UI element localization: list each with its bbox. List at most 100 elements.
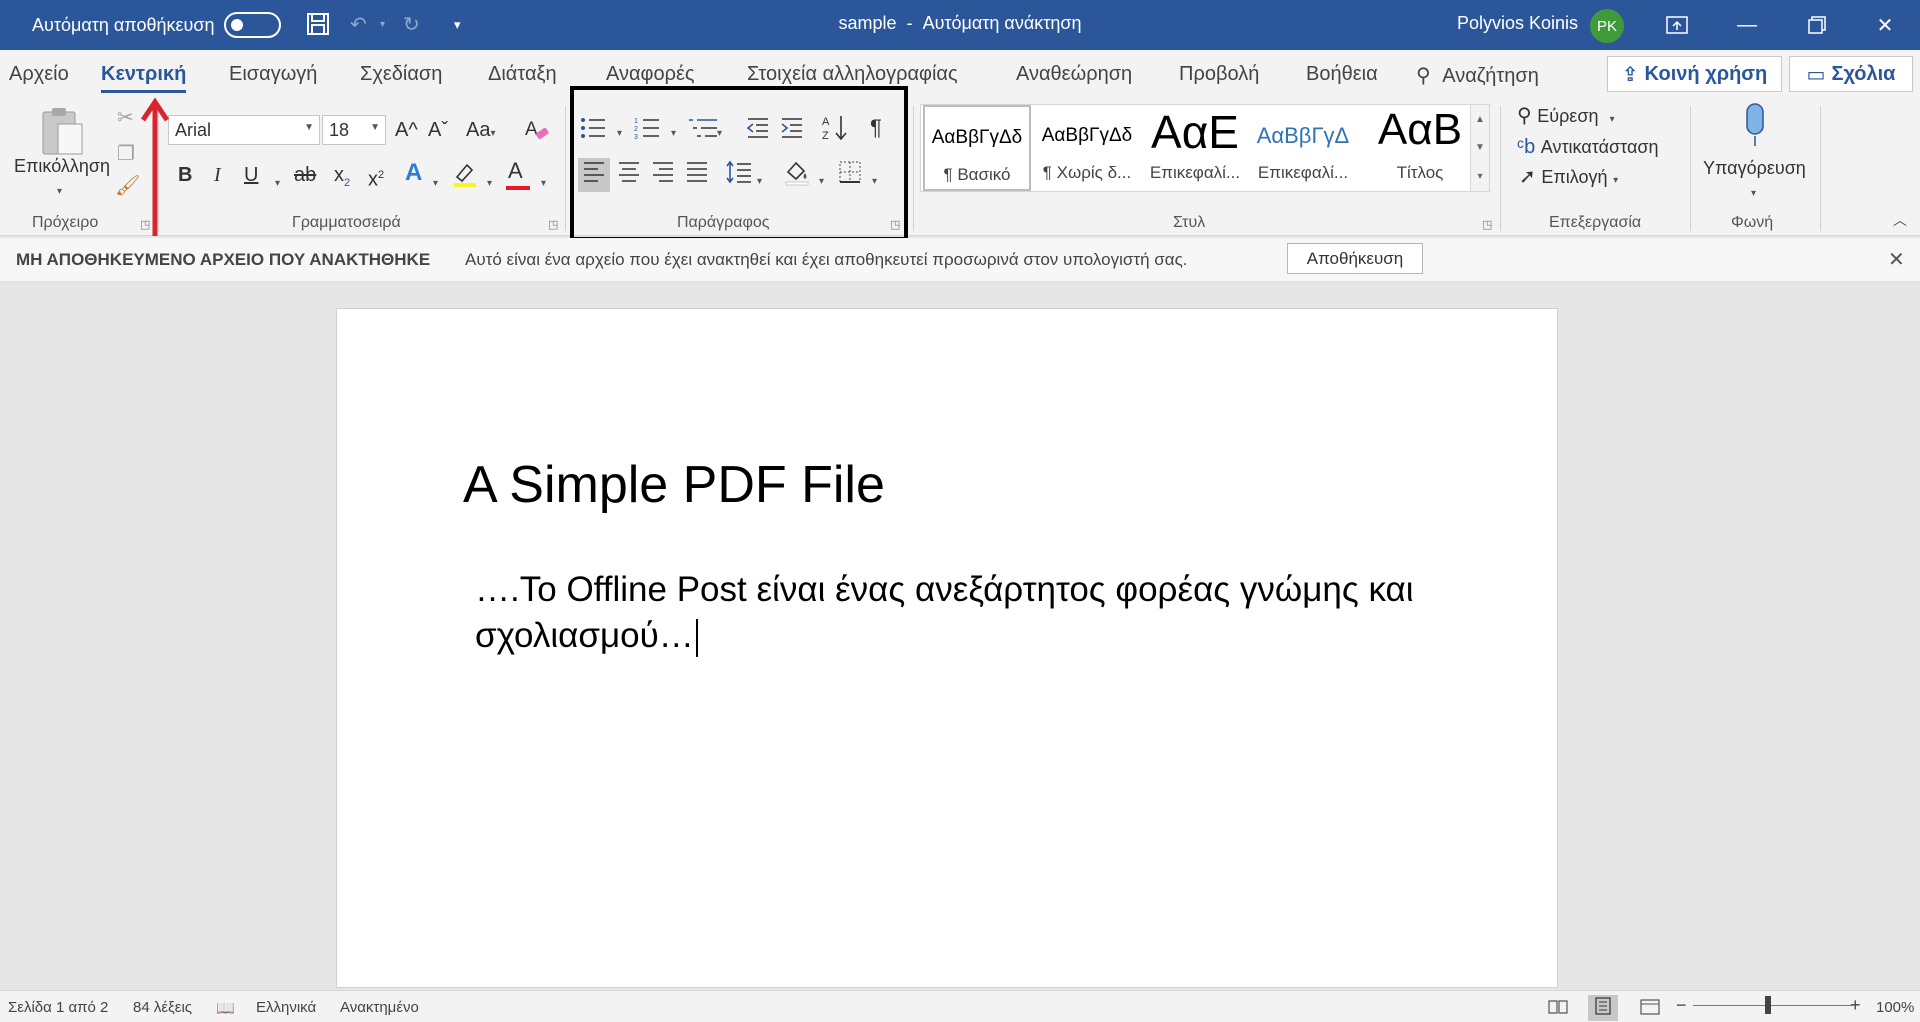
undo-dropdown-icon[interactable]: ▾ <box>380 12 385 38</box>
justify-icon[interactable] <box>685 160 709 190</box>
style-no-spacing[interactable]: ΑαΒβΓγΔδ ¶ Χωρίς δ... <box>1033 105 1141 191</box>
cut-icon[interactable]: ✂ <box>117 106 134 130</box>
underline-dropdown-icon[interactable]: ▾ <box>275 172 280 196</box>
redo-icon[interactable]: ↻ <box>403 12 420 38</box>
shading-dropdown-icon[interactable]: ▾ <box>819 170 824 194</box>
highlight-icon[interactable] <box>452 160 478 194</box>
autosave-toggle[interactable] <box>224 12 282 38</box>
change-case-button[interactable]: Aa▾ <box>466 118 496 146</box>
shrink-font-button[interactable]: Aˇ <box>428 118 448 142</box>
print-layout-icon[interactable] <box>1588 995 1618 1021</box>
read-mode-icon[interactable] <box>1548 999 1568 1019</box>
bullets-dropdown-icon[interactable]: ▾ <box>617 122 622 146</box>
zoom-slider-thumb[interactable] <box>1765 996 1771 1014</box>
highlight-dropdown-icon[interactable]: ▾ <box>487 172 492 196</box>
shading-icon[interactable] <box>784 158 810 192</box>
tab-view[interactable]: Προβολή <box>1179 63 1259 86</box>
grow-font-button[interactable]: A^ <box>395 118 418 142</box>
text-effects-dropdown-icon[interactable]: ▾ <box>433 172 438 196</box>
multilevel-dropdown-icon[interactable]: ▾ <box>717 122 722 146</box>
chevron-up-icon[interactable]: ▲ <box>1475 114 1485 125</box>
tab-home[interactable]: Κεντρική <box>101 63 187 93</box>
line-spacing-dropdown-icon[interactable]: ▾ <box>757 170 762 194</box>
sort-icon[interactable]: AZ <box>822 114 848 148</box>
subscript-button[interactable]: x2 <box>334 163 350 195</box>
align-center-icon[interactable] <box>617 160 641 190</box>
web-layout-icon[interactable] <box>1640 999 1660 1019</box>
language-indicator[interactable]: Ελληνικά <box>256 999 316 1016</box>
undo-icon[interactable]: ↶ <box>350 12 367 38</box>
message-close-icon[interactable]: ✕ <box>1888 247 1905 272</box>
font-color-icon[interactable]: A <box>506 159 530 190</box>
italic-button[interactable]: I <box>214 163 221 187</box>
document-title[interactable]: A Simple PDF File <box>463 455 885 515</box>
tab-insert[interactable]: Εισαγωγή <box>229 63 317 86</box>
close-icon[interactable]: ✕ <box>1850 0 1920 50</box>
microphone-icon[interactable] <box>1740 102 1770 154</box>
show-formatting-icon[interactable]: ¶ <box>870 116 882 140</box>
save-icon[interactable] <box>306 12 330 43</box>
share-button[interactable]: ⇪ Κοινή χρήση <box>1607 56 1782 92</box>
clear-formatting-icon[interactable]: A <box>524 116 550 148</box>
tab-review[interactable]: Αναθεώρηση <box>1016 63 1132 86</box>
zoom-slider-track[interactable] <box>1693 1005 1853 1006</box>
document-body[interactable]: ….Το Offline Post είναι ένας ανεξάρτητος… <box>475 567 1455 659</box>
style-title[interactable]: ΑαΒ Τίτλος <box>1357 105 1483 191</box>
tab-mailings[interactable]: Στοιχεία αλληλογραφίας <box>747 63 958 86</box>
proofing-icon[interactable]: 📖 <box>216 999 235 1017</box>
borders-icon[interactable] <box>838 160 862 190</box>
tab-design[interactable]: Σχεδίαση <box>360 63 442 86</box>
more-styles-icon[interactable]: ▾ <box>1477 171 1482 182</box>
message-save-button[interactable]: Αποθήκευση <box>1287 243 1423 274</box>
increase-indent-icon[interactable] <box>780 116 804 146</box>
comments-button[interactable]: ▭ Σχόλια <box>1789 56 1913 92</box>
numbering-dropdown-icon[interactable]: ▾ <box>671 122 676 146</box>
decrease-indent-icon[interactable] <box>746 116 770 146</box>
minimize-icon[interactable]: — <box>1712 0 1782 50</box>
strikethrough-button[interactable]: ab <box>294 163 316 187</box>
style-heading-1[interactable]: ΑαΕ Επικεφαλί... <box>1141 105 1249 191</box>
document-page[interactable]: A Simple PDF File ….Το Offline Post είνα… <box>336 308 1558 988</box>
paste-dropdown-icon[interactable]: ▾ <box>57 180 62 204</box>
word-count[interactable]: 84 λέξεις <box>133 999 192 1016</box>
find-button[interactable]: ⚲ Εύρεση ▾ <box>1517 104 1615 132</box>
collapse-ribbon-icon[interactable]: ︿ <box>1893 208 1907 232</box>
align-left-icon[interactable] <box>578 158 610 192</box>
style-normal[interactable]: ΑαΒβΓγΔδ ¶ Βασικό <box>923 105 1031 191</box>
font-size-combo[interactable]: 18 ▼ <box>322 115 386 145</box>
copy-icon[interactable]: ❐ <box>117 142 135 166</box>
align-right-icon[interactable] <box>651 160 675 190</box>
page-count[interactable]: Σελίδα 1 από 2 <box>8 999 108 1016</box>
search-tab[interactable]: ⚲ Αναζήτηση <box>1416 63 1539 88</box>
user-name[interactable]: Polyvios Koinis <box>1457 13 1578 34</box>
font-name-combo[interactable]: Arial ▼ <box>168 115 320 145</box>
numbering-icon[interactable]: 123 <box>634 116 660 146</box>
bold-button[interactable]: B <box>178 163 192 187</box>
paragraph-launcher-icon[interactable]: ◳ <box>890 218 900 231</box>
borders-dropdown-icon[interactable]: ▾ <box>872 170 877 194</box>
format-painter-icon[interactable]: 🖌 <box>115 174 140 198</box>
font-launcher-icon[interactable]: ◳ <box>548 218 558 231</box>
paste-label[interactable]: Επικόλληση <box>14 154 110 178</box>
style-heading-2[interactable]: ΑαΒβΓγΔ Επικεφαλί... <box>1249 105 1357 191</box>
superscript-button[interactable]: x2 <box>368 163 384 192</box>
zoom-level[interactable]: 100% <box>1876 999 1914 1016</box>
avatar[interactable]: PK <box>1590 9 1624 43</box>
text-effects-icon[interactable]: A <box>405 161 422 185</box>
ribbon-display-icon[interactable] <box>1642 0 1712 50</box>
styles-scrollbar[interactable]: ▲ ▼ ▾ <box>1470 104 1490 192</box>
restore-icon[interactable] <box>1782 0 1852 50</box>
tab-layout[interactable]: Διάταξη <box>488 63 557 86</box>
zoom-out-icon[interactable]: − <box>1676 995 1687 1016</box>
dictate-dropdown-icon[interactable]: ▾ <box>1751 182 1756 206</box>
autosave-control[interactable]: Αυτόματη αποθήκευση <box>32 12 282 38</box>
styles-launcher-icon[interactable]: ◳ <box>1482 218 1492 231</box>
chevron-down-icon[interactable]: ▼ <box>1475 142 1485 153</box>
dictate-label[interactable]: Υπαγόρευση <box>1703 156 1806 180</box>
bullets-icon[interactable] <box>580 116 606 146</box>
tab-help[interactable]: Βοήθεια <box>1306 63 1378 86</box>
replace-button[interactable]: ᶜb Αντικατάσταση <box>1517 135 1659 159</box>
multilevel-list-icon[interactable] <box>688 116 718 146</box>
tab-references[interactable]: Αναφορές <box>606 63 695 86</box>
select-button[interactable]: ➚ Επιλογή ▾ <box>1519 165 1618 193</box>
